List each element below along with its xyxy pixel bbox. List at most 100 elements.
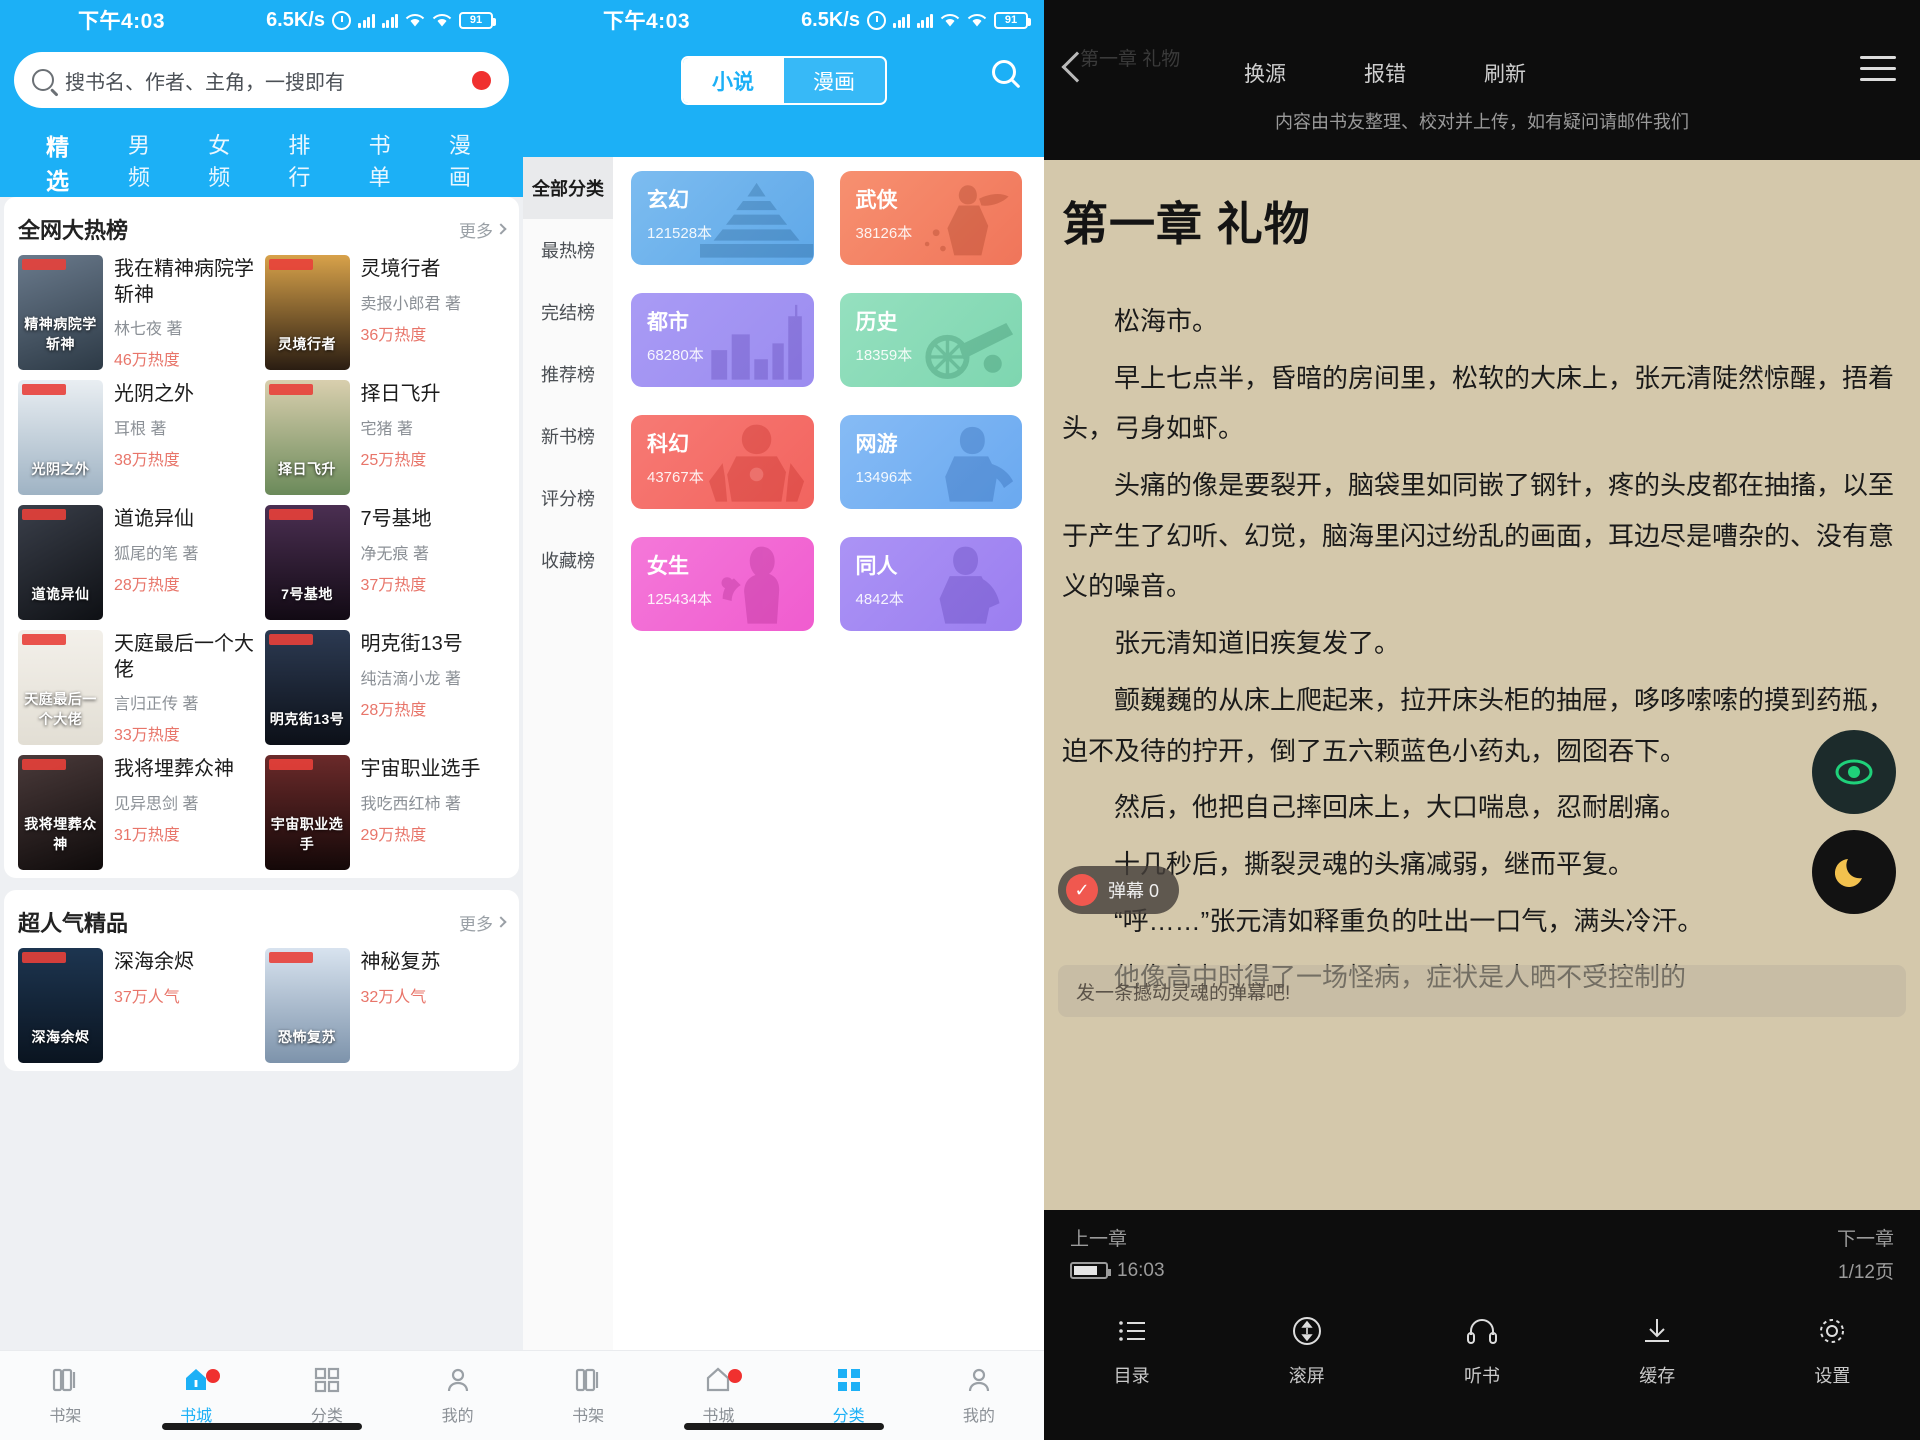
notification-badge: [206, 1369, 221, 1383]
book-item[interactable]: 道诡异仙 道诡异仙 狐尾的笔 著 28万热度: [18, 505, 259, 621]
book-cover: 天庭最后一个大佬: [18, 630, 103, 746]
sidebar-item-新书榜[interactable]: 新书榜: [523, 405, 613, 467]
eye-icon[interactable]: [1812, 730, 1896, 814]
more-link[interactable]: 更多: [459, 217, 507, 242]
book-cover: 深海余烬: [18, 948, 103, 1064]
sidebar-item-评分榜[interactable]: 评分榜: [523, 467, 613, 529]
reader-tool-滚屏[interactable]: 滚屏: [1219, 1314, 1394, 1388]
book-item[interactable]: 宇宙职业选手 宇宙职业选手 我吃西红柿 著 29万热度: [264, 755, 506, 871]
publisher-badge-icon: [22, 259, 66, 270]
segment-comic[interactable]: 漫画: [784, 58, 885, 103]
cover-title-text: 天庭最后一个大佬: [24, 691, 97, 728]
book-cover: 精神病院学斩神: [18, 255, 103, 370]
reader-tool-设置[interactable]: 设置: [1745, 1314, 1920, 1388]
category-card-都市[interactable]: 都市 68280本: [631, 293, 814, 387]
book-author: 耳根 著: [114, 420, 167, 438]
moon-icon[interactable]: [1812, 830, 1896, 914]
book-item[interactable]: 恐怖复苏 神秘复苏 32万人气: [264, 948, 506, 1064]
person-icon: [443, 1365, 473, 1395]
section-title: 全网大热榜: [18, 218, 129, 243]
category-card-历史[interactable]: 历史 18359本: [839, 293, 1022, 387]
cover-title-text: 7号基地: [281, 586, 333, 603]
book-author: 狐尾的笔 著: [114, 545, 199, 563]
sidebar-item-全部分类[interactable]: 全部分类: [523, 157, 613, 219]
more-link[interactable]: 更多: [459, 910, 507, 935]
refresh-button[interactable]: 刷新: [1484, 58, 1526, 88]
danmu-label: 弹幕 0: [1108, 881, 1160, 901]
category-count: 68280本: [647, 347, 704, 364]
book-title: 光阴之外: [114, 383, 194, 406]
nav-item-书架[interactable]: 书架: [523, 1351, 653, 1440]
panel-b-header: 下午4:03 6.5K/s 91 小说 漫画: [523, 0, 1044, 157]
book-list-scroll-area[interactable]: 全网大热榜 更多 精神病院学斩神 我在精神病院学斩神 林七夜 著 46万热度 灵境行者灵…: [0, 197, 523, 1350]
battery-icon: 91: [459, 11, 496, 29]
reader-tool-缓存[interactable]: 缓存: [1570, 1314, 1745, 1388]
sidebar-item-最热榜[interactable]: 最热榜: [523, 219, 613, 281]
change-source-button[interactable]: 换源: [1244, 58, 1286, 88]
book-item[interactable]: 7号基地 7号基地 净无痕 著 37万热度: [264, 505, 506, 621]
category-card-玄幻[interactable]: 玄幻 121528本: [631, 171, 814, 265]
download-icon: [1640, 1314, 1674, 1348]
nav-item-label: 我的: [441, 1408, 474, 1425]
reader-tool-目录[interactable]: 目录: [1044, 1314, 1219, 1388]
hamburger-menu-icon[interactable]: [1860, 56, 1896, 81]
cover-title-text: 光阴之外: [31, 461, 90, 478]
nav-item-label: 书架: [572, 1408, 605, 1425]
book-author: 卖报小郎君 著: [360, 295, 461, 313]
book-item[interactable]: 光阴之外 光阴之外 耳根 著 38万热度: [18, 380, 259, 496]
book-item[interactable]: 择日飞升 择日飞升 宅猪 著 25万热度: [264, 380, 506, 496]
search-icon: [992, 60, 1016, 84]
book-grid: 精神病院学斩神 我在精神病院学斩神 林七夜 著 46万热度 灵境行者 灵境行者 卖报小郎君 …: [18, 255, 506, 871]
category-card-女生[interactable]: 女生 125434本: [631, 537, 814, 631]
book-heat: 32万人气: [360, 988, 427, 1006]
network-speed: 6.5K/s: [801, 8, 860, 31]
book-heat: 46万热度: [114, 352, 180, 370]
paragraph: 头痛的像是要裂开，脑袋里如同嵌了钢针，疼的头皮都在抽搐，以至于产生了幻听、幻觉，…: [1062, 470, 1895, 602]
three-panel-screenshot: 下午4:03 6.5K/s 91 搜书名、作者、主角，一搜即有 精选 男频 女频…: [0, 0, 1920, 1440]
category-card-武侠[interactable]: 武侠 38126本: [839, 171, 1022, 265]
panel-bookstore-home: 下午4:03 6.5K/s 91 搜书名、作者、主角，一搜即有 精选 男频 女频…: [0, 0, 523, 1440]
book-item[interactable]: 天庭最后一个大佬 天庭最后一个大佬 言归正传 著 33万热度: [18, 630, 259, 746]
category-count: 18359本: [855, 347, 913, 364]
scroll-icon: [1290, 1314, 1324, 1348]
sidebar-item-完结榜[interactable]: 完结榜: [523, 281, 613, 343]
reader-content[interactable]: 第一章 礼物 松海市。 早上七点半，昏暗的房间里，松软的大床上，张元清陡然惊醒，捂…: [1044, 160, 1920, 1210]
book-item[interactable]: 明克街13号 明克街13号 纯洁滴小龙 著 28万热度: [264, 630, 506, 746]
danmu-input[interactable]: 发一条撼动灵魂的弹幕吧!: [1058, 965, 1906, 1017]
reader-tool-听书[interactable]: 听书: [1394, 1314, 1569, 1388]
reader-header: 第一章 礼物 换源 报错 刷新 内容由书友整理、校对并上传，如有疑问请邮件我们: [1044, 0, 1920, 160]
book-item[interactable]: 深海余烬 深海余烬 37万人气: [18, 948, 259, 1064]
reader-tool-label: 滚屏: [1288, 1366, 1325, 1386]
sidebar-item-推荐榜[interactable]: 推荐榜: [523, 343, 613, 405]
nav-item-我的[interactable]: 我的: [914, 1351, 1044, 1440]
nav-item-label: 书架: [49, 1408, 82, 1425]
category-card-网游[interactable]: 网游 13496本: [839, 415, 1022, 509]
next-chapter-button[interactable]: 下一章: [1837, 1224, 1894, 1251]
cover-title-text: 深海余烬: [31, 1029, 90, 1046]
book-cover: 择日飞升: [264, 380, 350, 496]
danmu-toggle[interactable]: ✓ 弹幕 0: [1058, 866, 1180, 914]
publisher-badge-icon: [268, 759, 313, 771]
book-item[interactable]: 灵境行者 灵境行者 卖报小郎君 著 36万热度: [264, 255, 506, 370]
book-item[interactable]: 我将埋葬众神 我将埋葬众神 见异思剑 著 31万热度: [18, 755, 259, 871]
sidebar-item-收藏榜[interactable]: 收藏榜: [523, 529, 613, 591]
more-label: 更多: [459, 914, 493, 934]
search-button-b[interactable]: [992, 60, 1026, 94]
search-input[interactable]: 搜书名、作者、主角，一搜即有: [14, 52, 509, 108]
nav-item-书架[interactable]: 书架: [0, 1351, 131, 1440]
category-card-同人[interactable]: 同人 4842本: [839, 537, 1022, 631]
nav-item-我的[interactable]: 我的: [392, 1351, 523, 1440]
book-item[interactable]: 精神病院学斩神 我在精神病院学斩神 林七夜 著 46万热度: [18, 255, 259, 370]
notification-badge: [728, 1369, 743, 1383]
signal-bars-icon: [381, 12, 398, 28]
segment-novel[interactable]: 小说: [682, 58, 784, 103]
report-error-button[interactable]: 报错: [1364, 58, 1406, 88]
cover-title-text: 精神病院学斩神: [24, 316, 97, 352]
paragraph: 早上七点半，昏暗的房间里，松软的大床上，张元清陡然惊醒，捂着头，弓身如虾。: [1062, 362, 1895, 444]
battery-level: 91: [469, 14, 483, 26]
category-card-科幻[interactable]: 科幻 43767本: [631, 415, 814, 509]
book-author: 宅猪 著: [360, 420, 413, 438]
prev-chapter-button[interactable]: 上一章: [1070, 1224, 1127, 1251]
nav-item-label: 我的: [962, 1408, 995, 1425]
paragraph: 颤巍巍的从床上爬起来，拉开床头柜的抽屉，哆哆嗦嗦的摸到药瓶，迫不及待的拧开，倒了…: [1062, 684, 1895, 766]
